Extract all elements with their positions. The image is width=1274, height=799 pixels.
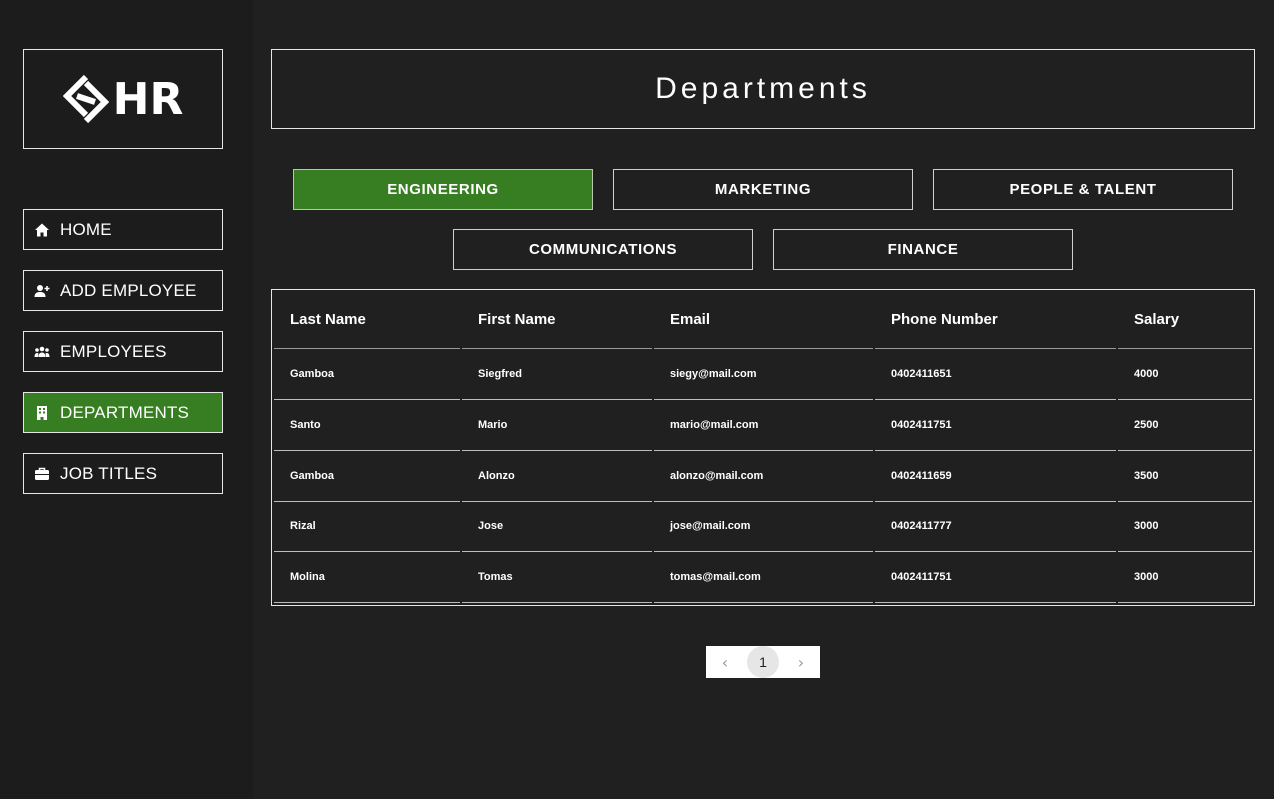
column-header-email[interactable]: Email bbox=[654, 290, 873, 349]
chevron-left-icon[interactable]: ‹ bbox=[714, 653, 736, 672]
table-row[interactable]: Rizal Jose jose@mail.com 0402411777 3000 bbox=[274, 501, 1252, 552]
table-row[interactable]: Santo Mario mario@mail.com 0402411751 25… bbox=[274, 400, 1252, 451]
add-user-icon bbox=[34, 283, 50, 299]
sidebar-item-employees[interactable]: EMPLOYEES bbox=[23, 331, 223, 372]
column-header-salary[interactable]: Salary bbox=[1118, 290, 1252, 349]
cell-last-name: Molina bbox=[274, 552, 460, 603]
cell-phone-number: 0402411659 bbox=[875, 451, 1116, 502]
cell-phone-number: 0402411651 bbox=[875, 349, 1116, 400]
app-logo[interactable]: HR bbox=[23, 49, 223, 149]
sidebar-item-home[interactable]: HOME bbox=[23, 209, 223, 250]
page-title: Departments bbox=[655, 72, 871, 105]
sidebar-item-label: EMPLOYEES bbox=[60, 341, 167, 361]
sidebar: HR HOME ADD EMPLOYEE EMPLOYEES DEPARTMEN… bbox=[0, 0, 253, 799]
logo-mark-icon bbox=[62, 74, 109, 124]
sidebar-item-add-employee[interactable]: ADD EMPLOYEE bbox=[23, 270, 223, 311]
column-header-phone-number[interactable]: Phone Number bbox=[875, 290, 1116, 349]
sidebar-item-departments[interactable]: DEPARTMENTS bbox=[23, 392, 223, 433]
tab-engineering[interactable]: ENGINEERING bbox=[293, 169, 593, 210]
group-icon bbox=[34, 344, 50, 360]
cell-phone-number: 0402411777 bbox=[875, 501, 1116, 552]
cell-email: jose@mail.com bbox=[654, 501, 873, 552]
sidebar-item-label: DEPARTMENTS bbox=[60, 402, 190, 422]
column-header-last-name[interactable]: Last Name bbox=[274, 290, 460, 349]
cell-salary: 4000 bbox=[1118, 349, 1252, 400]
table-row[interactable]: Molina Tomas tomas@mail.com 0402411751 3… bbox=[274, 552, 1252, 603]
tab-finance[interactable]: FINANCE bbox=[773, 229, 1073, 270]
home-icon bbox=[34, 222, 50, 238]
cell-email: alonzo@mail.com bbox=[654, 451, 873, 502]
tab-people-talent[interactable]: PEOPLE & TALENT bbox=[933, 169, 1233, 210]
page-title-box: Departments bbox=[271, 49, 1255, 129]
employees-table: Last Name First Name Email Phone Number … bbox=[271, 289, 1255, 606]
table-row[interactable]: Gamboa Alonzo alonzo@mail.com 0402411659… bbox=[274, 451, 1252, 502]
cell-last-name: Gamboa bbox=[274, 349, 460, 400]
chevron-right-icon[interactable]: › bbox=[790, 653, 812, 672]
tab-marketing[interactable]: MARKETING bbox=[613, 169, 913, 210]
tab-communications[interactable]: COMMUNICATIONS bbox=[453, 229, 753, 270]
sidebar-item-job-titles[interactable]: JOB TITLES bbox=[23, 453, 223, 494]
column-header-first-name[interactable]: First Name bbox=[462, 290, 652, 349]
cell-first-name: Tomas bbox=[462, 552, 652, 603]
cell-first-name: Mario bbox=[462, 400, 652, 451]
building-icon bbox=[34, 405, 50, 421]
logo-text: HR bbox=[112, 73, 184, 125]
cell-last-name: Santo bbox=[274, 400, 460, 451]
cell-last-name: Rizal bbox=[274, 501, 460, 552]
cell-phone-number: 0402411751 bbox=[875, 552, 1116, 603]
sidebar-item-label: HOME bbox=[60, 219, 112, 239]
briefcase-icon bbox=[34, 466, 50, 482]
cell-salary: 2500 bbox=[1118, 400, 1252, 451]
sidebar-item-label: JOB TITLES bbox=[60, 463, 158, 483]
cell-first-name: Alonzo bbox=[462, 451, 652, 502]
cell-last-name: Gamboa bbox=[274, 451, 460, 502]
sidebar-item-label: ADD EMPLOYEE bbox=[60, 280, 197, 300]
cell-salary: 3000 bbox=[1118, 552, 1252, 603]
cell-email: siegy@mail.com bbox=[654, 349, 873, 400]
cell-email: mario@mail.com bbox=[654, 400, 873, 451]
page-button-current[interactable]: 1 bbox=[747, 646, 779, 678]
pagination: ‹ 1 › bbox=[706, 646, 820, 678]
cell-email: tomas@mail.com bbox=[654, 552, 873, 603]
cell-salary: 3000 bbox=[1118, 501, 1252, 552]
cell-salary: 3500 bbox=[1118, 451, 1252, 502]
cell-first-name: Jose bbox=[462, 501, 652, 552]
table-row[interactable]: Gamboa Siegfred siegy@mail.com 040241165… bbox=[274, 349, 1252, 400]
cell-phone-number: 0402411751 bbox=[875, 400, 1116, 451]
cell-first-name: Siegfred bbox=[462, 349, 652, 400]
table-header-row: Last Name First Name Email Phone Number … bbox=[274, 290, 1252, 349]
